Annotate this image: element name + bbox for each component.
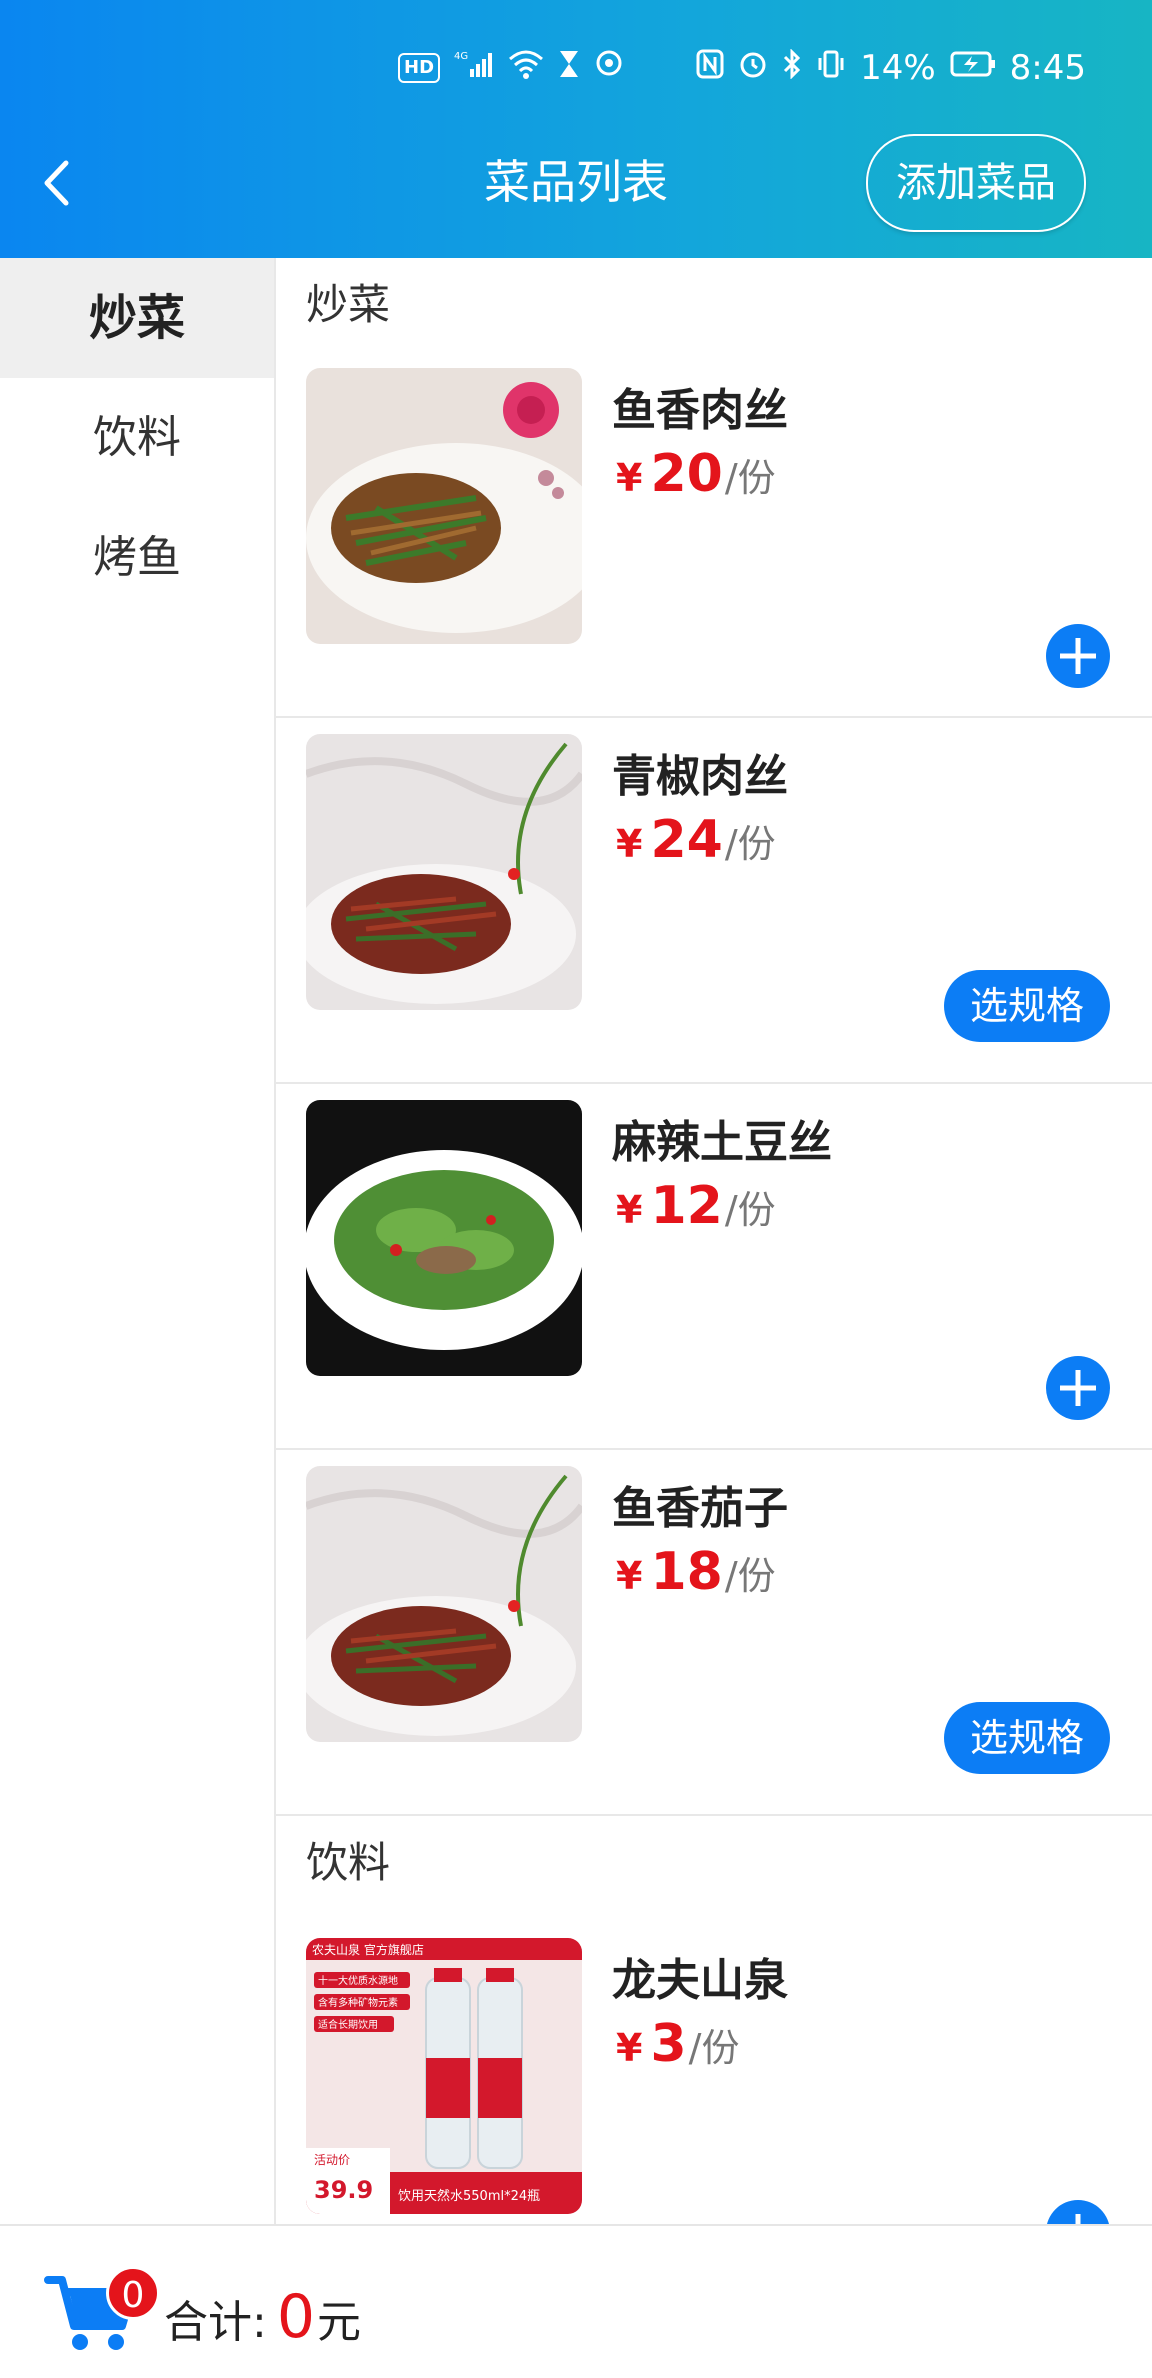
water-promo-label: 活动价 <box>314 2153 350 2167</box>
dish-price: ¥ 12 /份 <box>616 1176 776 1236</box>
dish-price: ¥ 20 /份 <box>616 444 776 504</box>
cart-total: 合计: 0 元 <box>164 2282 361 2352</box>
alarm-icon <box>738 49 768 88</box>
status-left-icons: HD 4G <box>398 50 624 86</box>
price-amount: 3 <box>650 2014 687 2074</box>
water-tag-1: 十一大优质水源地 <box>318 1974 398 1987</box>
dish-image <box>306 1466 582 1742</box>
dish-name: 鱼香茄子 <box>612 1483 788 1534</box>
dish-image <box>306 1100 582 1376</box>
dish-item: 鱼香茄子 ¥ 18 /份 选规格 <box>276 1450 1152 1816</box>
price-unit: /份 <box>724 1188 776 1232</box>
currency-symbol: ¥ <box>616 456 643 500</box>
dish-name: 麻辣土豆丝 <box>612 1117 832 1168</box>
dish-image <box>306 368 582 644</box>
dish-name: 龙夫山泉 <box>612 1955 788 2006</box>
price-amount: 24 <box>650 810 723 870</box>
dish-name: 鱼香肉丝 <box>612 385 788 436</box>
water-tag-2: 含有多种矿物元素 <box>318 1996 398 2009</box>
dish-item: 麻辣土豆丝 ¥ 12 /份 <box>276 1084 1152 1450</box>
add-to-cart-button[interactable] <box>1046 2200 1110 2224</box>
category-sidebar: 炒菜 饮料 烤鱼 <box>0 258 276 2224</box>
section-title: 炒菜 <box>306 280 391 329</box>
dish-list: 炒菜 鱼香肉丝 ¥ 20 /份 青椒肉丝 ¥ 24 /份 选规格 麻辣土豆丝 ¥… <box>276 258 1152 2224</box>
add-dish-button[interactable]: 添加菜品 <box>866 134 1086 232</box>
total-unit: 元 <box>317 2297 362 2348</box>
hd-icon: HD <box>398 53 441 83</box>
dish-price: ¥ 24 /份 <box>616 810 776 870</box>
add-to-cart-button[interactable] <box>1046 624 1110 688</box>
hourglass-icon <box>558 49 580 88</box>
sidebar-item-stir-fry[interactable]: 炒菜 <box>0 258 274 378</box>
select-spec-button[interactable]: 选规格 <box>944 970 1110 1042</box>
status-bar: HD 4G 14% 8:45 <box>0 0 1152 130</box>
currency-symbol: ¥ <box>616 1554 643 1598</box>
price-unit: /份 <box>724 456 776 500</box>
currency-symbol: ¥ <box>616 1188 643 1232</box>
battery-percent: 14% <box>860 48 936 88</box>
bluetooth-icon <box>782 47 802 88</box>
status-right-icons: 14% 8:45 <box>696 44 1086 92</box>
water-tag-3: 适合长期饮用 <box>318 2018 378 2031</box>
clock: 8:45 <box>1009 48 1086 88</box>
vibrate-icon <box>816 49 846 88</box>
dish-item: 农夫山泉 官方旗舰店 十一大优质水源地 含有多种矿物元素 适合长期饮用 活动价 … <box>276 1922 1152 2224</box>
app-header: HD 4G 14% 8:45 菜品列表 添加菜品 <box>0 0 1152 258</box>
water-promo-price: 39.9 <box>314 2176 373 2204</box>
wifi-icon <box>508 49 544 88</box>
dish-image <box>306 734 582 1010</box>
price-unit: /份 <box>724 1554 776 1598</box>
sidebar-item-drinks[interactable]: 饮料 <box>0 378 274 498</box>
dish-item: 青椒肉丝 ¥ 24 /份 选规格 <box>276 718 1152 1084</box>
price-amount: 20 <box>650 444 723 504</box>
battery-icon <box>950 49 996 88</box>
price-unit: /份 <box>724 822 776 866</box>
price-amount: 12 <box>650 1176 723 1236</box>
water-banner-text: 农夫山泉 官方旗舰店 <box>312 1942 424 1957</box>
hotspot-icon <box>594 49 624 88</box>
dish-name: 青椒肉丝 <box>612 751 788 802</box>
water-bottom-text: 饮用天然水550ml*24瓶 <box>398 2188 540 2204</box>
currency-symbol: ¥ <box>616 2026 643 2070</box>
signal-icon: 4G <box>454 49 494 88</box>
nfc-icon <box>696 49 724 88</box>
price-unit: /份 <box>688 2026 740 2070</box>
currency-symbol: ¥ <box>616 822 643 866</box>
dish-image: 农夫山泉 官方旗舰店 十一大优质水源地 含有多种矿物元素 适合长期饮用 活动价 … <box>306 1938 582 2214</box>
cart-count-badge: 0 <box>106 2266 160 2320</box>
dish-item: 鱼香肉丝 ¥ 20 /份 <box>276 352 1152 718</box>
total-amount: 0 <box>276 2282 316 2352</box>
total-label: 合计: <box>164 2297 267 2348</box>
sidebar-item-grilled-fish[interactable]: 烤鱼 <box>0 498 274 618</box>
cart-footer: 0 合计: 0 元 <box>0 2224 1152 2378</box>
price-amount: 18 <box>650 1542 723 1602</box>
dish-price: ¥ 3 /份 <box>616 2014 739 2074</box>
svg-text:4G: 4G <box>454 51 468 62</box>
add-to-cart-button[interactable] <box>1046 1356 1110 1420</box>
section-title: 饮料 <box>306 1838 391 1887</box>
select-spec-button[interactable]: 选规格 <box>944 1702 1110 1774</box>
dish-price: ¥ 18 /份 <box>616 1542 776 1602</box>
cart-button[interactable]: 0 <box>44 2260 160 2356</box>
